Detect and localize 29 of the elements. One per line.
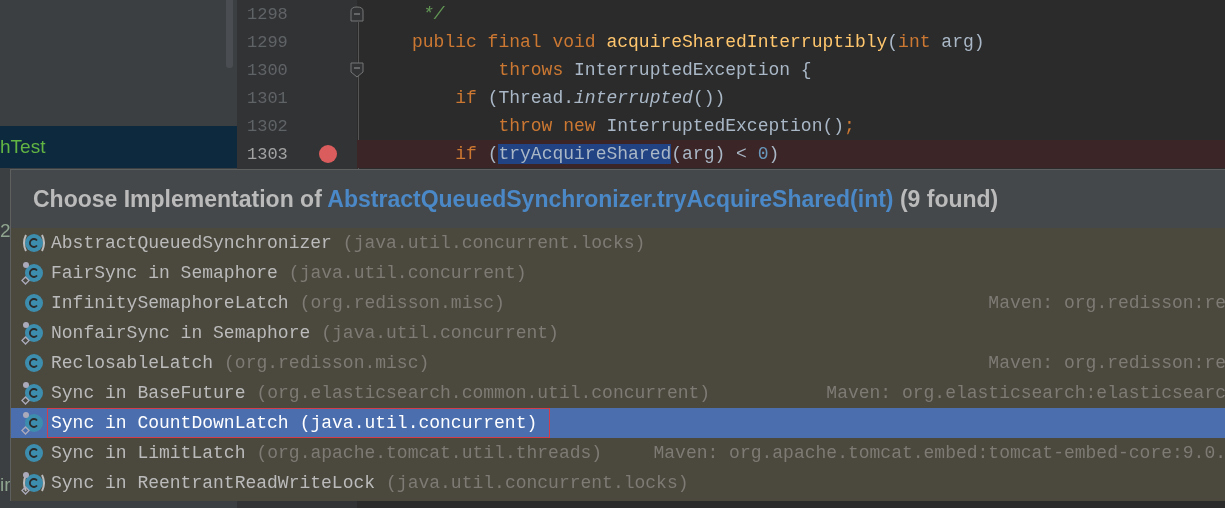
class-icon: [21, 381, 45, 405]
class-name: Sync in CountDownLatch: [51, 413, 289, 433]
class-icon: [21, 471, 45, 495]
class-name: Sync in BaseFuture: [51, 383, 246, 403]
code-line: if (tryAcquireShared(arg) < 0): [454, 144, 780, 164]
class-name: ReclosableLatch: [51, 353, 214, 373]
class-name: FairSync in Semaphore: [51, 263, 278, 283]
code-line: */: [421, 4, 445, 24]
class-icon: [21, 231, 45, 255]
fold-icon[interactable]: [350, 6, 364, 22]
tree-item[interactable]: hTest: [0, 126, 237, 168]
code-line: throws InterruptedException {: [497, 60, 812, 80]
fold-icon[interactable]: [350, 62, 364, 78]
class-name: Sync in LimitLatch: [51, 443, 246, 463]
class-icon: [21, 321, 45, 345]
popup-title: Choose Implementation of AbstractQueuedSynchronizer.tryAcquireShared(int) (9 found): [33, 185, 999, 213]
breakpoint-icon[interactable]: [319, 145, 337, 163]
implementation-item[interactable]: Sync in CountDownLatch (java.util.concurrent): [11, 408, 1225, 438]
line-number: 1303: [247, 144, 288, 164]
package-name: (java.util.concurrent): [299, 413, 538, 433]
class-name: AbstractQueuedSynchronizer: [51, 233, 332, 253]
code-line: public final void acquireSharedInterruptibly(int arg): [412, 32, 985, 52]
class-icon: [21, 411, 45, 435]
class-icon: [21, 261, 45, 285]
class-name: Sync in ReentrantReadWriteLock: [51, 473, 376, 493]
code-line: if (Thread.interrupted()): [454, 88, 726, 108]
code-line: throw new InterruptedException();: [497, 116, 855, 136]
class-name: InfinitySemaphoreLatch: [51, 293, 289, 313]
class-name: NonfairSync in Semaphore: [51, 323, 311, 343]
